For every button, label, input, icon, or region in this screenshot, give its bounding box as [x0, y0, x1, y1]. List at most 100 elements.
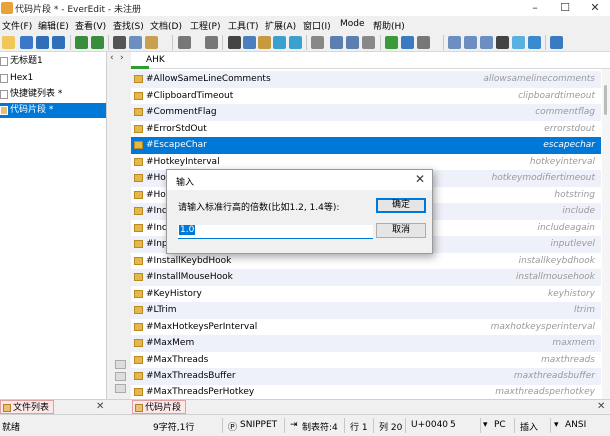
close-icon[interactable]: ✕	[597, 401, 605, 412]
snippet-row[interactable]: #MaxThreads maxthreads	[131, 352, 601, 369]
snippet-icon	[134, 207, 143, 215]
close-icon[interactable]: ✕	[580, 0, 610, 16]
paste-icon[interactable]	[145, 36, 158, 49]
snippet-row[interactable]: #LTrim ltrim	[131, 302, 601, 319]
tab-file-list[interactable]: 文件列表	[0, 400, 55, 414]
dialog-titlebar: 输入 ✕	[167, 170, 432, 190]
snippet-row[interactable]: #ClipboardTimeout clipboardtimeout	[131, 88, 601, 105]
input-value: 1.0	[179, 225, 196, 235]
indent-icon[interactable]	[205, 36, 218, 49]
snippet-tool-icon[interactable]	[115, 384, 126, 393]
status-mode[interactable]: SNIPPET	[240, 420, 277, 430]
snippet-icon	[134, 306, 143, 314]
web-icon[interactable]	[528, 36, 541, 49]
debug-icon[interactable]	[346, 36, 359, 49]
status-tab[interactable]: 制表符:4	[302, 420, 338, 433]
cut-icon[interactable]	[113, 36, 126, 49]
status-eol[interactable]: PC	[494, 420, 506, 430]
view-browser-icon[interactable]	[512, 36, 525, 49]
snippet-icon	[134, 356, 143, 364]
snippet-row[interactable]: #AllowSameLineComments allowsamelinecomm…	[131, 71, 601, 88]
file-list-item-selected[interactable]: 代码片段 *	[0, 103, 106, 118]
snippet-row[interactable]: #ErrorStdOut errorstdout	[131, 121, 601, 138]
find-in-files-icon[interactable]	[273, 36, 286, 49]
snippet-row[interactable]: #InstallMouseHook installmousehook	[131, 269, 601, 286]
view-left-pane-icon[interactable]	[448, 36, 461, 49]
macro-play-icon[interactable]	[401, 36, 414, 49]
close-icon[interactable]: ✕	[96, 401, 104, 412]
pane-nav[interactable]: ‹ ›	[108, 52, 130, 66]
column-mode-icon[interactable]	[311, 36, 324, 49]
snippet-row[interactable]: #MaxMem maxmem	[131, 335, 601, 352]
redo-icon[interactable]	[91, 36, 104, 49]
maximize-icon[interactable]: ☐	[550, 0, 580, 16]
tools-icon[interactable]	[417, 36, 430, 49]
snippet-icon	[134, 125, 143, 133]
run-icon[interactable]	[330, 36, 343, 49]
macro-record-icon[interactable]	[385, 36, 398, 49]
menu-search[interactable]: 查找(S)	[113, 19, 144, 32]
help-icon[interactable]	[550, 36, 563, 49]
file-list-item[interactable]: 快捷键列表 *	[0, 87, 106, 102]
bottom-tab-bar: 文件列表 ✕ 代码片段 ✕	[0, 399, 610, 414]
snippet-row[interactable]: #InstallKeybdHook installkeybdhook	[131, 253, 601, 270]
settings-icon[interactable]	[362, 36, 375, 49]
snippet-side-tools	[115, 358, 129, 398]
snippet-row[interactable]: #MaxThreadsBuffer maxthreadsbuffer	[131, 368, 601, 385]
view-console-icon[interactable]	[496, 36, 509, 49]
snippet-row[interactable]: #MaxThreadsPerHotkey maxthreadsperhotkey	[131, 384, 601, 399]
goto-icon[interactable]	[289, 36, 302, 49]
menu-help[interactable]: 帮助(H)	[373, 19, 405, 32]
view-snippet-icon[interactable]	[480, 36, 493, 49]
chevron-down-icon[interactable]: ▾	[554, 420, 559, 430]
ok-button[interactable]: 确定	[376, 198, 426, 213]
new-file-icon[interactable]	[2, 36, 15, 49]
snippet-value: keyhistory	[547, 289, 595, 299]
find-icon[interactable]	[228, 36, 241, 49]
menu-mode[interactable]: Mode	[340, 19, 365, 29]
menu-window[interactable]: 窗口(I)	[303, 19, 331, 32]
tab-label: 代码片段	[145, 403, 182, 413]
menu-edit[interactable]: 编辑(E)	[38, 19, 69, 32]
copy-icon[interactable]	[129, 36, 142, 49]
snippet-icon	[134, 108, 143, 116]
snippet-row[interactable]: #MaxHotkeysPerInterval maxhotkeysperinte…	[131, 319, 601, 336]
find-next-icon[interactable]	[243, 36, 256, 49]
chevron-right-icon[interactable]: ›	[120, 53, 124, 63]
file-list-item[interactable]: Hex1	[0, 71, 106, 86]
snippet-row[interactable]: #CommentFlag commentflag	[131, 104, 601, 121]
file-list-item[interactable]: 无标题1	[0, 54, 106, 69]
format-icon[interactable]	[178, 36, 191, 49]
tab-snippets[interactable]: 代码片段	[132, 400, 187, 414]
menu-file[interactable]: 文件(F)	[2, 19, 32, 32]
line-height-input[interactable]: 1.0	[178, 225, 373, 239]
menu-extensions[interactable]: 扩展(A)	[265, 19, 296, 32]
snippet-row[interactable]: #KeyHistory keyhistory	[131, 286, 601, 303]
snippet-icon	[134, 174, 143, 182]
undo-icon[interactable]	[75, 36, 88, 49]
menu-project[interactable]: 工程(P)	[190, 19, 220, 32]
snippet-key: #ErrorStdOut	[146, 124, 207, 134]
view-output-icon[interactable]	[464, 36, 477, 49]
replace-icon[interactable]	[258, 36, 271, 49]
save-icon[interactable]	[36, 36, 49, 49]
chevron-left-icon[interactable]: ‹	[110, 53, 114, 63]
open-folder-icon[interactable]	[20, 36, 33, 49]
snippet-tool-icon[interactable]	[115, 360, 126, 369]
snippet-icon	[134, 339, 143, 347]
status-encoding[interactable]: ANSI	[565, 420, 586, 430]
scrollbar-thumb[interactable]	[604, 85, 607, 115]
minimize-icon[interactable]: –	[520, 0, 550, 16]
menu-tools[interactable]: 工具(T)	[228, 19, 259, 32]
close-icon[interactable]: ✕	[415, 172, 425, 186]
chevron-down-icon[interactable]: ▾	[483, 420, 488, 430]
menu-view[interactable]: 查看(V)	[75, 19, 106, 32]
cancel-button[interactable]: 取消	[376, 223, 426, 238]
editor-header: AHK	[131, 52, 610, 69]
snippet-tool-icon[interactable]	[115, 372, 126, 381]
menu-document[interactable]: 文档(D)	[150, 19, 182, 32]
vertical-scrollbar[interactable]	[602, 69, 610, 399]
snippet-row-selected[interactable]: #EscapeChar escapechar	[131, 137, 601, 154]
save-all-icon[interactable]	[52, 36, 65, 49]
status-insert[interactable]: 插入	[520, 420, 538, 433]
